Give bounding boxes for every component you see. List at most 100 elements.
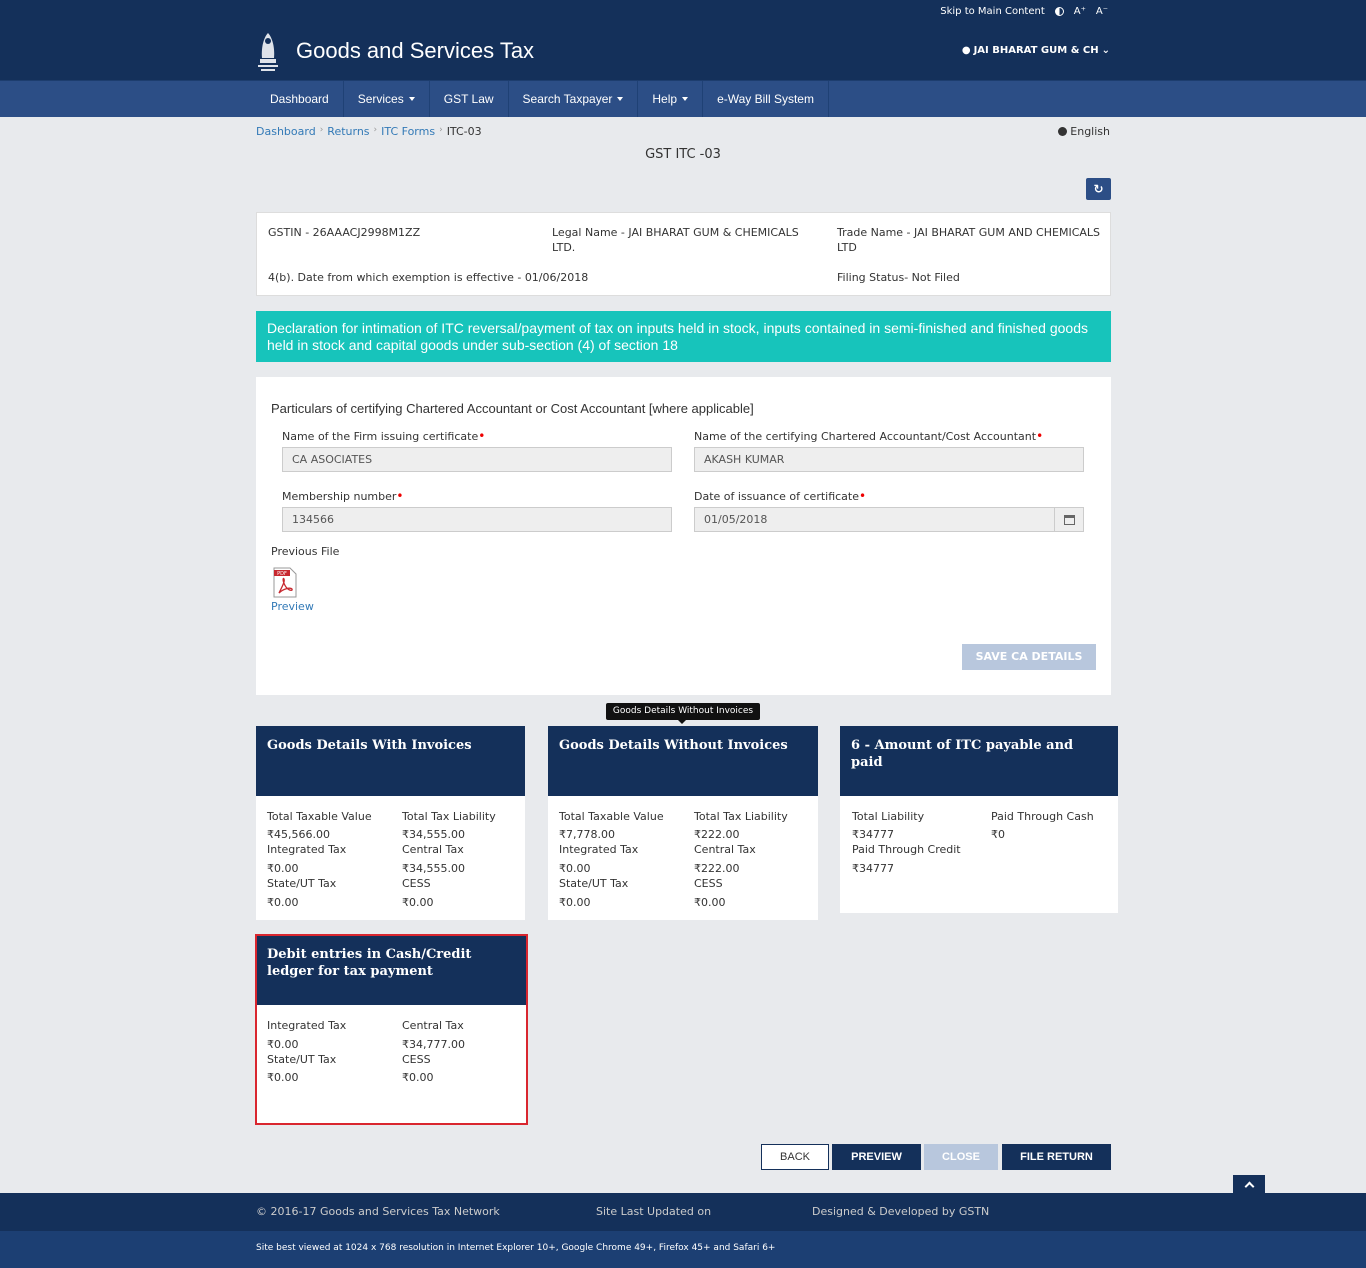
exemption-date-text: 4(b). Date from which exemption is effec… xyxy=(268,271,589,284)
back-button[interactable]: BACK xyxy=(761,1144,829,1170)
tile-title: Goods Details Without Invoices xyxy=(548,726,818,796)
footer-bottom: Site best viewed at 1024 x 768 resolutio… xyxy=(0,1231,1366,1268)
trade-name-text: Trade Name - JAI BHARAT GUM AND CHEMICAL… xyxy=(837,226,1101,254)
previous-file-label: Previous File xyxy=(271,545,340,558)
tile-label: Total Taxable Value xyxy=(559,810,664,823)
breadcrumb-current: ITC-03 xyxy=(446,125,482,138)
nav-help[interactable]: Help xyxy=(638,81,704,117)
tile-goods-with-invoices[interactable]: Goods Details With Invoices Total Taxabl… xyxy=(256,726,525,920)
tile-value: ₹0 xyxy=(991,828,1005,841)
breadcrumb-separator: › xyxy=(439,125,443,135)
tile-label: Integrated Tax xyxy=(267,1019,347,1032)
tile-value: ₹222.00 xyxy=(694,862,740,875)
tile-value: ₹34,555.00 xyxy=(402,862,465,875)
tile-label: State/UT Tax xyxy=(267,1053,337,1066)
tile-value: ₹7,778.00 xyxy=(559,828,615,841)
globe-icon xyxy=(1058,127,1068,136)
tile-value: ₹0.00 xyxy=(267,862,299,875)
tile-value: ₹0.00 xyxy=(267,896,299,909)
tile-title: 6 - Amount of ITC payable and paid xyxy=(840,726,1118,796)
ca-form-heading: Particulars of certifying Chartered Acco… xyxy=(271,401,754,416)
tile-label: Total Taxable Value xyxy=(267,810,372,823)
membership-label: Membership number• xyxy=(282,489,404,503)
tile-title: Goods Details With Invoices xyxy=(256,726,525,796)
tile-value: ₹0.00 xyxy=(559,896,591,909)
tile-label: Paid Through Cash xyxy=(991,810,1094,823)
calendar-button[interactable] xyxy=(1054,508,1083,531)
site-title[interactable]: Goods and Services Tax xyxy=(296,38,534,64)
footer-best-viewed: Site best viewed at 1024 x 768 resolutio… xyxy=(256,1243,776,1253)
tile-label: Central Tax xyxy=(402,1019,464,1032)
tile-label: CESS xyxy=(694,877,723,890)
tile-label: Central Tax xyxy=(694,843,756,856)
footer: © 2016-17 Goods and Services Tax Network… xyxy=(0,1193,1366,1231)
declaration-banner: Declaration for intimation of ITC revers… xyxy=(256,311,1111,362)
tile-label: Integrated Tax xyxy=(559,843,639,856)
site-header: Goods and Services Tax ● JAI BHARAT GUM … xyxy=(0,24,1366,80)
refresh-button[interactable]: ↻ xyxy=(1086,178,1111,200)
user-name: JAI BHARAT GUM & CH xyxy=(973,45,1099,56)
breadcrumb-separator: › xyxy=(373,125,378,135)
membership-field[interactable]: 134566 xyxy=(282,507,672,532)
language-selector[interactable]: English xyxy=(1058,125,1110,138)
preview-file-link[interactable]: Preview xyxy=(271,600,314,613)
tile-label: Paid Through Credit xyxy=(852,843,961,856)
firm-name-label: Name of the Firm issuing certificate• xyxy=(282,429,485,443)
pdf-icon[interactable]: PDF xyxy=(273,567,297,598)
pdf-badge-text: PDF xyxy=(277,571,287,577)
tile-value: ₹0.00 xyxy=(559,862,591,875)
scroll-to-top-button[interactable] xyxy=(1233,1175,1265,1193)
tile-title: Debit entries in Cash/Credit ledger for … xyxy=(257,936,526,1005)
tile-goods-without-invoices[interactable]: Goods Details Without Invoices Total Tax… xyxy=(548,726,818,920)
tile-value: ₹45,566.00 xyxy=(267,828,330,841)
nav-services[interactable]: Services xyxy=(344,81,430,117)
contrast-icon[interactable] xyxy=(1054,7,1064,16)
tile-label: State/UT Tax xyxy=(559,877,629,890)
required-mark: • xyxy=(396,489,404,503)
tile-debit-entries[interactable]: Debit entries in Cash/Credit ledger for … xyxy=(255,934,528,1125)
membership-label-text: Membership number xyxy=(282,490,397,503)
font-increase-button[interactable]: A⁺ xyxy=(1074,6,1086,17)
breadcrumb-returns[interactable]: Returns xyxy=(327,125,369,138)
gstin-text: GSTIN - 26AAACJ2998M1ZZ xyxy=(268,226,421,239)
tile-value: ₹34,777.00 xyxy=(402,1038,465,1051)
language-label: English xyxy=(1070,125,1110,138)
font-decrease-button[interactable]: A⁻ xyxy=(1096,6,1108,17)
user-menu[interactable]: ● JAI BHARAT GUM & CH ⌄ xyxy=(962,45,1110,56)
tile-label: State/UT Tax xyxy=(267,877,337,890)
save-ca-details-button[interactable]: SAVE CA DETAILS xyxy=(962,644,1096,670)
nav-search-taxpayer[interactable]: Search Taxpayer xyxy=(509,81,639,117)
breadcrumb: Dashboard › Returns › ITC Forms › ITC-03 xyxy=(256,125,482,138)
firm-name-field[interactable]: CA ASOCIATES xyxy=(282,447,672,472)
required-mark: • xyxy=(859,489,867,503)
tile-label: Total Tax Liability xyxy=(694,810,788,823)
nav-dashboard[interactable]: Dashboard xyxy=(256,81,344,117)
chevron-down-icon: ⌄ xyxy=(1101,45,1110,56)
required-mark: • xyxy=(478,429,486,443)
ca-name-label-text: Name of the certifying Chartered Account… xyxy=(694,430,1037,443)
nav-gst-law[interactable]: GST Law xyxy=(430,81,509,117)
certificate-date-field[interactable]: 01/05/2018 xyxy=(694,507,1084,532)
close-button[interactable]: CLOSE xyxy=(924,1144,998,1170)
tile-label: CESS xyxy=(402,877,431,890)
ca-details-form: Particulars of certifying Chartered Acco… xyxy=(256,377,1111,695)
skip-to-main-link[interactable]: Skip to Main Content xyxy=(940,6,1044,17)
certificate-date-value: 01/05/2018 xyxy=(704,513,768,526)
taxpayer-info-box: GSTIN - 26AAACJ2998M1ZZ Legal Name - JAI… xyxy=(256,212,1111,296)
filing-status-text: Filing Status- Not Filed xyxy=(837,271,960,284)
tile-value: ₹222.00 xyxy=(694,828,740,841)
preview-button[interactable]: PREVIEW xyxy=(832,1144,921,1170)
file-return-button[interactable]: FILE RETURN xyxy=(1002,1144,1111,1170)
breadcrumb-itc-forms[interactable]: ITC Forms xyxy=(381,125,435,138)
ca-name-label: Name of the certifying Chartered Account… xyxy=(694,429,1043,443)
ca-name-field[interactable]: AKASH KUMAR xyxy=(694,447,1084,472)
tile-itc-payable-paid[interactable]: 6 - Amount of ITC payable and paid Total… xyxy=(840,726,1118,913)
tile-value: ₹0.00 xyxy=(402,896,434,909)
certificate-date-label-text: Date of issuance of certificate xyxy=(694,490,860,503)
national-emblem-icon[interactable] xyxy=(255,29,281,75)
page-title: GST ITC -03 xyxy=(645,147,721,162)
nav-eway-bill[interactable]: e-Way Bill System xyxy=(703,81,829,117)
footer-copyright: © 2016-17 Goods and Services Tax Network xyxy=(256,1205,500,1218)
breadcrumb-dashboard[interactable]: Dashboard xyxy=(256,125,316,138)
legal-name-text: Legal Name - JAI BHARAT GUM & CHEMICALS … xyxy=(552,226,799,254)
